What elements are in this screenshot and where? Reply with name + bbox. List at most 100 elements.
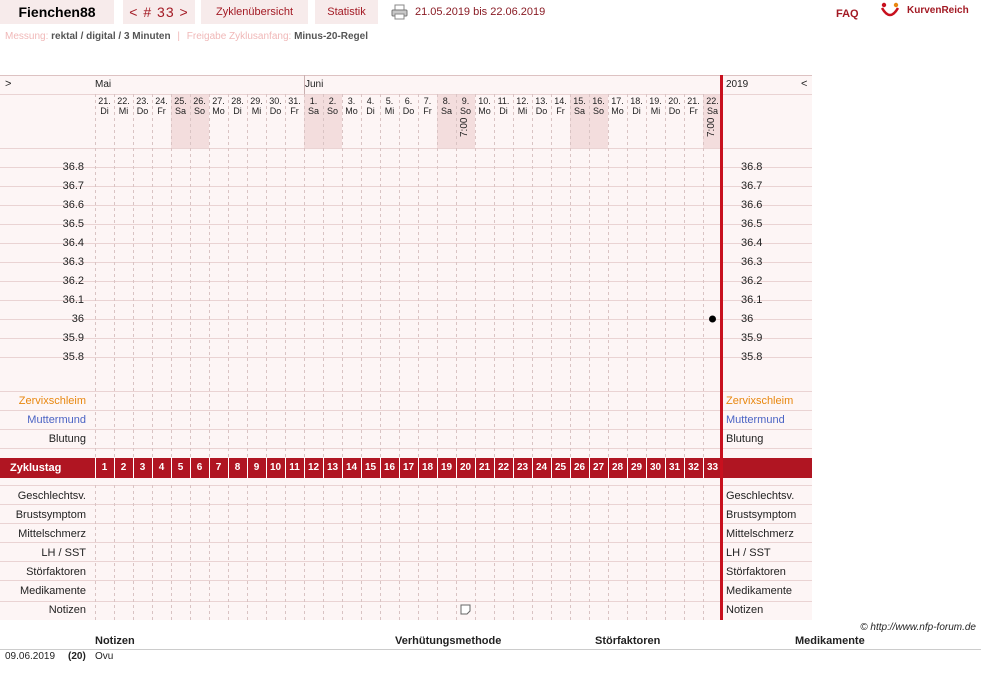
nav-left-arrow[interactable]: >: [5, 78, 11, 90]
day-weekday: Do: [136, 106, 149, 116]
cycle-day-number: 7: [215, 462, 222, 473]
day-date: 17.: [611, 96, 624, 106]
cycle-day-number: 33: [706, 462, 719, 473]
temp-tick-left: 36: [71, 313, 84, 325]
temp-tick-left: 36.1: [62, 294, 84, 306]
temp-tick-left: 36.2: [62, 275, 84, 287]
day-date: 19.: [649, 96, 662, 106]
day-date: 5.: [385, 96, 394, 106]
cycle-day-number: 28: [611, 462, 624, 473]
table-row: 09.06.2019 (20) Ovu: [0, 650, 981, 664]
cycle-day-number: 29: [630, 462, 643, 473]
bottom-row-label-left: Notizen: [48, 604, 86, 616]
day-weekday: Mo: [212, 106, 225, 116]
temp-tick-right: 36.4: [741, 237, 763, 249]
measurement-value: rektal / digital / 3 Minuten: [51, 31, 171, 42]
day-date: 21.: [98, 96, 111, 106]
day-weekday: So: [193, 106, 205, 116]
cycle-day-number: 3: [139, 462, 146, 473]
day-date: 6.: [404, 96, 413, 106]
note-date: 09.06.2019: [5, 651, 56, 662]
day-date: 7.: [423, 96, 432, 106]
temp-tick-right: 36.5: [741, 218, 763, 230]
logo-text[interactable]: KurvenReich: [907, 0, 969, 22]
cycle-day-number: 19: [440, 462, 453, 473]
symptom-label-left: Blutung: [48, 433, 86, 445]
measurement-label: Messung:: [5, 31, 49, 42]
temp-tick-right: 36.3: [741, 256, 763, 268]
day-weekday: Fr: [423, 106, 432, 116]
temp-tick-left: 36.4: [62, 237, 84, 249]
day-date: 11.: [497, 96, 510, 106]
cycle-day-number: 1: [101, 462, 108, 473]
day-date: 23.: [136, 96, 149, 106]
temp-tick-right: 35.9: [741, 332, 763, 344]
bottom-row-label-right: LH / SST: [726, 547, 771, 559]
day-date: 8.: [442, 96, 451, 106]
bottom-row-label-right: Notizen: [726, 604, 764, 616]
col-header-notes: Notizen: [95, 635, 135, 647]
temp-tick-left: 36.3: [62, 256, 84, 268]
bottom-row-label-left: Störfaktoren: [26, 566, 86, 578]
day-weekday: So: [459, 106, 471, 116]
printer-icon[interactable]: [391, 4, 408, 20]
day-weekday: Sa: [174, 106, 186, 116]
temp-tick-right: 36.1: [741, 294, 763, 306]
nav-right-arrow[interactable]: <: [801, 78, 807, 90]
cycle-day-number: 4: [158, 462, 165, 473]
day-weekday: Fr: [556, 106, 565, 116]
day-weekday: Mi: [384, 106, 395, 116]
temp-tick-left: 35.8: [62, 351, 84, 363]
cycle-day-number: 15: [364, 462, 377, 473]
cycle-day-number: 20: [459, 462, 472, 473]
bottom-row-label-left: Mittelschmerz: [18, 528, 86, 540]
temp-tick-left: 36.8: [62, 161, 84, 173]
copyright: © http://www.nfp-forum.de: [860, 622, 976, 633]
year-label: 2019: [726, 79, 749, 90]
symptom-label-right: Zervixschleim: [726, 395, 794, 407]
measure-time: 7:00: [706, 117, 717, 137]
cycle-day-number: 27: [592, 462, 605, 473]
temp-tick-right: 36.8: [741, 161, 763, 173]
note-cycle-day: (20): [68, 651, 86, 662]
day-weekday: Mi: [517, 106, 528, 116]
day-weekday: Di: [100, 106, 109, 116]
tab-statistics[interactable]: Statistik: [315, 0, 378, 24]
symptom-label-left: Zervixschleim: [18, 395, 86, 407]
kurvenreich-logo-icon[interactable]: [880, 2, 900, 20]
day-weekday: Fr: [689, 106, 698, 116]
day-weekday: Do: [668, 106, 681, 116]
day-date: 2.: [328, 96, 337, 106]
cycle-day-number: 22: [497, 462, 510, 473]
user-name: Fienchen88: [0, 0, 114, 24]
date-range: 21.05.2019 bis 22.06.2019: [415, 6, 546, 18]
symptom-label-left: Muttermund: [27, 414, 86, 426]
day-weekday: So: [592, 106, 604, 116]
day-date: 25.: [174, 96, 187, 106]
cycle-day-number: 23: [516, 462, 529, 473]
faq-link[interactable]: FAQ: [836, 2, 859, 26]
day-date: 24.: [155, 96, 168, 106]
day-date: 27.: [212, 96, 225, 106]
bottom-row-label-left: Medikamente: [19, 585, 86, 597]
bottom-row-label-right: Mittelschmerz: [726, 528, 794, 540]
day-date: 31.: [288, 96, 301, 106]
measurement-info: Messung: rektal / digital / 3 Minuten | …: [5, 30, 368, 43]
notes-table-header: Notizen Verhütungsmethode Störfaktoren M…: [0, 634, 981, 650]
temp-tick-right: 36.2: [741, 275, 763, 287]
day-date: 13.: [535, 96, 548, 106]
day-weekday: So: [326, 106, 338, 116]
day-date: 4.: [366, 96, 375, 106]
cycle-navigator[interactable]: < # 33 >: [123, 0, 195, 24]
day-weekday: Di: [632, 106, 641, 116]
tab-cycle-overview[interactable]: Zyklenübersicht: [201, 0, 308, 24]
day-date: 12.: [516, 96, 529, 106]
temp-tick-right: 36.7: [741, 180, 763, 192]
day-date: 22.: [706, 96, 719, 106]
day-weekday: Mi: [118, 106, 129, 116]
cycle-day-number: 9: [253, 462, 260, 473]
day-weekday: Mo: [611, 106, 624, 116]
cycle-day-number: 8: [234, 462, 241, 473]
day-date: 10.: [478, 96, 491, 106]
day-date: 28.: [231, 96, 244, 106]
